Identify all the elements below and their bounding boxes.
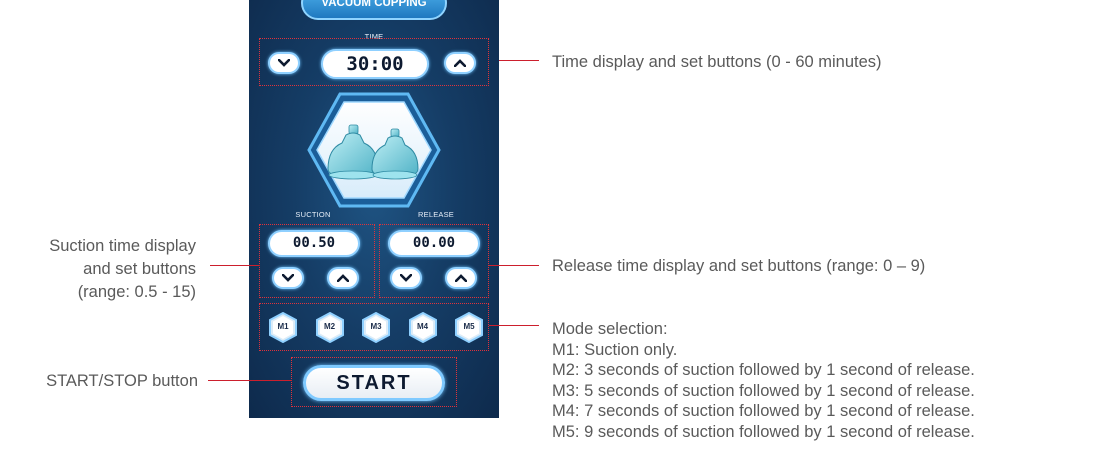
chevron-up-icon (337, 274, 349, 282)
suction-label: SUCTION (295, 210, 331, 219)
chevron-down-icon (278, 59, 290, 67)
time-annotation: Time display and set buttons (0 - 60 min… (552, 53, 882, 71)
mode-label: M1 (277, 322, 289, 331)
release-annotation: Release time display and set buttons (ra… (552, 257, 926, 275)
chevron-down-icon (400, 274, 412, 282)
mode-button-m2[interactable]: M2 (315, 311, 344, 344)
suction-down-button[interactable] (272, 267, 304, 289)
mode-leader-line (489, 325, 539, 326)
mode-button-m3[interactable]: M3 (362, 311, 390, 344)
mode-annotation-line: M3: 5 seconds of suction followed by 1 s… (552, 381, 975, 400)
mode-annotation-line: M2: 3 seconds of suction followed by 1 s… (552, 361, 975, 379)
release-display: 00.00 (388, 230, 480, 257)
mode-label: M2 (323, 322, 336, 331)
suction-leader-line (210, 265, 260, 266)
mode-annotation-line: M4: 7 seconds of suction followed by 1 s… (552, 402, 975, 420)
mode-annotation-line: Mode selection: (552, 320, 668, 338)
suction-annotation-line: and set buttons (83, 260, 196, 278)
release-label: RELEASE (418, 210, 454, 219)
mode-button-m1[interactable]: M1 (269, 311, 297, 344)
mode-button-m4[interactable]: M4 (408, 311, 437, 344)
cupping-cups-icon (307, 92, 441, 208)
suction-display: 00.50 (268, 230, 360, 257)
time-up-button[interactable] (444, 52, 476, 74)
panel-title: VACUUM CUPPING (321, 0, 427, 9)
device-panel: VACUUM CUPPING TIME 30:00 SUCTION 00.50 … (249, 0, 499, 418)
mode-label: M3 (370, 322, 382, 331)
suction-annotation-line: (range: 0.5 - 15) (77, 283, 196, 301)
title-pill: VACUUM CUPPING (301, 0, 447, 20)
start-leader-line (208, 380, 292, 381)
chevron-up-icon (454, 59, 466, 67)
mode-annotation: Mode selection: M1: Suction only. M2: 3 … (552, 319, 975, 442)
chevron-up-icon (455, 274, 467, 282)
time-down-button[interactable] (268, 52, 300, 74)
mode-button-m5[interactable]: M5 (455, 311, 483, 344)
start-stop-button[interactable]: START (303, 365, 445, 401)
start-annotation: START/STOP button (46, 372, 198, 390)
mode-annotation-line: M1: Suction only. (552, 340, 678, 359)
mode-label: M4 (416, 322, 429, 331)
release-down-button[interactable] (390, 267, 422, 289)
release-leader-line (489, 265, 539, 266)
suction-annotation: Suction time display and set buttons (ra… (49, 236, 196, 302)
time-display: 30:00 (321, 49, 429, 79)
suction-annotation-line: Suction time display (49, 237, 196, 255)
time-leader-line (499, 60, 539, 61)
chevron-down-icon (282, 274, 294, 282)
suction-up-button[interactable] (327, 267, 359, 289)
mode-label: M5 (463, 322, 475, 331)
mode-annotation-line: M5: 9 seconds of suction followed by 1 s… (552, 422, 975, 441)
release-up-button[interactable] (445, 267, 477, 289)
